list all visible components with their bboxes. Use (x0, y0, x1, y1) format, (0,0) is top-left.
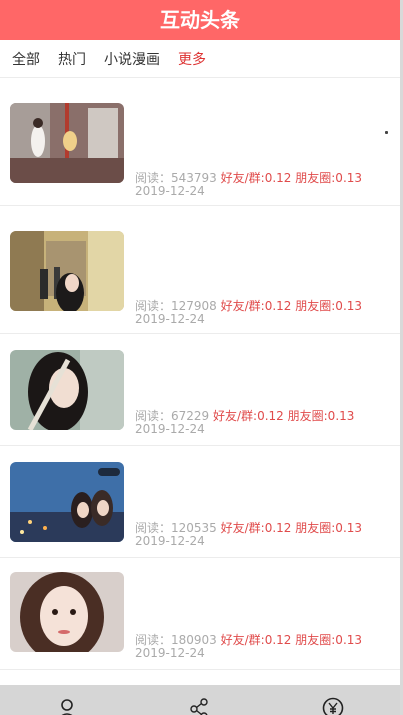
tab-all[interactable]: 全部 (12, 49, 40, 69)
photo-room-icon (10, 103, 124, 183)
article-thumbnail (10, 350, 124, 430)
article-title (135, 112, 386, 146)
article-title (135, 240, 386, 274)
share-rates: 好友/群:0.12 朋友圈:0.13 (220, 299, 363, 313)
photo-portrait-icon (10, 350, 124, 430)
article-thumbnail (10, 572, 124, 652)
bottom-tabbar (0, 685, 400, 715)
share-rates: 好友/群:0.12 朋友圈:0.13 (220, 171, 363, 185)
article-meta: 阅读：120535 好友/群:0.12 朋友圈:0.13 2019-12-24 (135, 522, 386, 548)
tabbar-profile[interactable] (37, 685, 97, 715)
category-tabs: 全部 热门 小说漫画 更多 (0, 40, 400, 78)
share-rates: 好友/群:0.12 朋友圈:0.13 (220, 521, 363, 535)
read-count: 阅读：180903 (135, 633, 217, 647)
user-icon (60, 699, 73, 715)
share-rates: 好友/群:0.12 朋友圈:0.13 (220, 633, 363, 647)
yuan-icon (323, 697, 344, 715)
share-rates: 好友/群:0.12 朋友圈:0.13 (213, 409, 355, 423)
read-count: 阅读：127908 (135, 299, 217, 313)
publish-date: 2019-12-24 (135, 312, 205, 326)
article-title (135, 470, 386, 504)
article-meta: 阅读：127908 好友/群:0.12 朋友圈:0.13 2019-12-24 (135, 300, 386, 326)
share-icon (190, 698, 208, 715)
article-item[interactable]: 阅读：120535 好友/群:0.12 朋友圈:0.13 2019-12-24 (0, 446, 400, 558)
tabbar-share[interactable] (170, 685, 230, 715)
article-title (135, 580, 386, 614)
app-header: 互动头条 (0, 0, 400, 40)
article-feed: 阅读：543793 好友/群:0.12 朋友圈:0.13 2019-12-24 … (0, 78, 400, 685)
publish-date: 2019-12-24 (135, 646, 205, 660)
article-title (135, 358, 386, 392)
article-meta: 阅读：180903 好友/群:0.12 朋友圈:0.13 2019-12-24 (135, 634, 386, 660)
article-meta: 阅读：543793 好友/群:0.12 朋友圈:0.13 2019-12-24 (135, 172, 386, 198)
article-thumbnail (10, 103, 124, 183)
publish-date: 2019-12-24 (135, 534, 205, 548)
title-fragment (385, 131, 388, 134)
read-count: 阅读：67229 (135, 409, 210, 423)
article-item[interactable]: 阅读：127908 好友/群:0.12 朋友圈:0.13 2019-12-24 (0, 206, 400, 334)
article-item[interactable]: 阅读：67229 好友/群:0.12 朋友圈:0.13 2019-12-24 (0, 334, 400, 446)
tab-novel-comic[interactable]: 小说漫画 (104, 49, 160, 69)
photo-sky-icon (10, 462, 124, 542)
article-thumbnail (10, 462, 124, 542)
photo-face-icon (10, 572, 124, 652)
publish-date: 2019-12-24 (135, 184, 205, 198)
tab-hot[interactable]: 热门 (58, 49, 86, 69)
article-meta: 阅读：67229 好友/群:0.12 朋友圈:0.13 2019-12-24 (135, 410, 386, 436)
article-thumbnail (10, 231, 124, 311)
read-count: 阅读：120535 (135, 521, 217, 535)
tab-more[interactable]: 更多 (178, 49, 206, 69)
app-title: 互动头条 (160, 8, 240, 32)
photo-hallway-icon (10, 231, 124, 311)
article-item[interactable]: 阅读：180903 好友/群:0.12 朋友圈:0.13 2019-12-24 (0, 558, 400, 670)
tabbar-earnings[interactable] (303, 685, 363, 715)
read-count: 阅读：543793 (135, 171, 217, 185)
article-item[interactable]: 阅读：543793 好友/群:0.12 朋友圈:0.13 2019-12-24 (0, 78, 400, 206)
publish-date: 2019-12-24 (135, 422, 205, 436)
